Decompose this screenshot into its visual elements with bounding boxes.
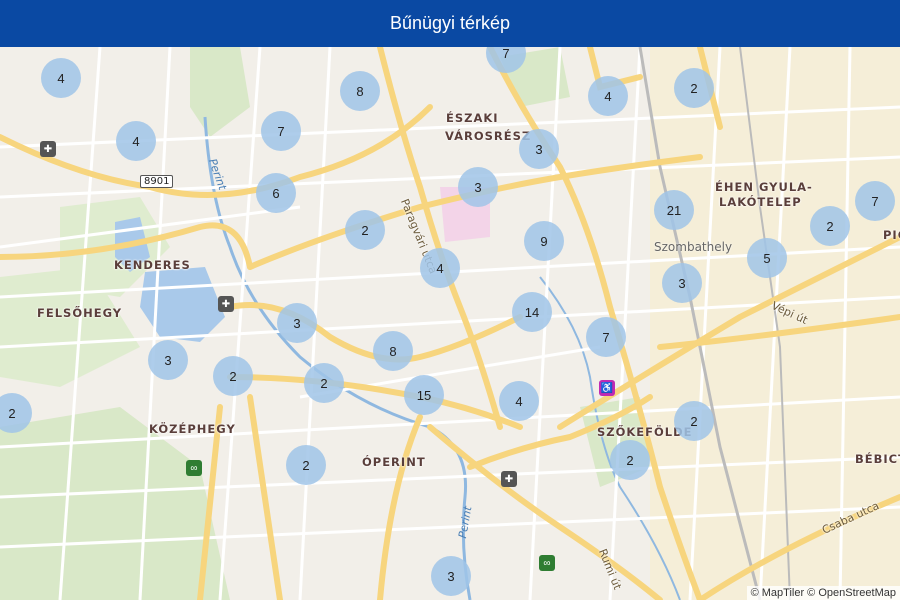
marker-cluster[interactable]: 14: [512, 292, 552, 332]
marker-cluster[interactable]: 3: [431, 556, 471, 596]
place-label-pic: PIC: [883, 228, 900, 242]
marker-cluster[interactable]: 2: [345, 210, 385, 250]
marker-cluster[interactable]: 21: [654, 190, 694, 230]
car-icon: ∞: [186, 460, 202, 476]
marker-cluster[interactable]: 7: [855, 181, 895, 221]
marker-cluster[interactable]: 2: [810, 206, 850, 246]
marker-cluster[interactable]: 4: [420, 248, 460, 288]
map-attribution[interactable]: © MapTiler © OpenStreetMap: [746, 586, 900, 600]
place-label-bebict: BÉBICT: [855, 452, 900, 466]
marker-cluster[interactable]: 7: [261, 111, 301, 151]
marker-cluster[interactable]: 4: [588, 76, 628, 116]
app-header: Bűnügyi térkép: [0, 0, 900, 47]
marker-cluster[interactable]: 7: [586, 317, 626, 357]
page-title: Bűnügyi térkép: [389, 13, 511, 33]
place-label-lakotelep: LAKÓTELEP: [719, 195, 802, 209]
parking-icon: ♿: [599, 380, 615, 396]
marker-cluster[interactable]: 2: [674, 401, 714, 441]
place-label-kozephegy: KÖZÉPHEGY: [149, 422, 236, 436]
hospital-icon: ✚: [501, 471, 517, 487]
marker-cluster[interactable]: 3: [662, 263, 702, 303]
marker-cluster[interactable]: 3: [519, 129, 559, 169]
crime-map[interactable]: ÉSZAKI VÁROSRÉSZ ÉHEN GYULA- LAKÓTELEP K…: [0, 47, 900, 600]
place-label-eszaki: ÉSZAKI: [446, 111, 499, 125]
marker-cluster[interactable]: 4: [499, 381, 539, 421]
marker-cluster[interactable]: 2: [674, 68, 714, 108]
place-label-ehen-gyula: ÉHEN GYULA-: [715, 180, 813, 194]
city-label: Szombathely: [654, 240, 733, 254]
marker-cluster[interactable]: 3: [148, 340, 188, 380]
marker-cluster[interactable]: 2: [286, 445, 326, 485]
marker-cluster[interactable]: 8: [373, 331, 413, 371]
place-label-felsohegy: FELSŐHEGY: [37, 306, 123, 320]
hospital-icon: ✚: [218, 296, 234, 312]
place-label-kenderes: KENDERES: [114, 258, 191, 272]
hospital-icon: ✚: [40, 141, 56, 157]
marker-cluster[interactable]: 15: [404, 375, 444, 415]
marker-cluster[interactable]: 2: [610, 440, 650, 480]
marker-cluster[interactable]: 3: [277, 303, 317, 343]
place-label-varosresz: VÁROSRÉSZ: [445, 129, 532, 143]
marker-cluster[interactable]: 6: [256, 173, 296, 213]
marker-cluster[interactable]: 4: [41, 58, 81, 98]
road-shield: 8901: [140, 175, 174, 188]
marker-cluster[interactable]: 9: [524, 221, 564, 261]
marker-cluster[interactable]: 2: [304, 363, 344, 403]
marker-cluster[interactable]: 5: [747, 238, 787, 278]
marker-cluster[interactable]: 8: [340, 71, 380, 111]
marker-cluster[interactable]: 4: [116, 121, 156, 161]
marker-cluster[interactable]: 3: [458, 167, 498, 207]
place-label-operint: ÓPERINT: [362, 455, 426, 469]
marker-cluster[interactable]: 2: [213, 356, 253, 396]
car-icon: ∞: [539, 555, 555, 571]
